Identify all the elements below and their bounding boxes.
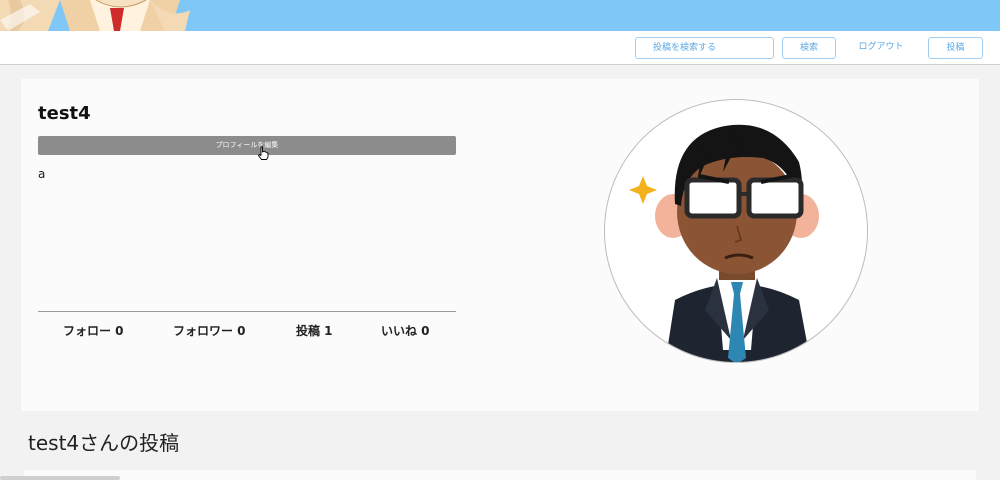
top-banner [0, 0, 1000, 31]
posts-section-title: test4さんの投稿 [28, 431, 180, 455]
horizontal-scrollbar[interactable] [0, 476, 120, 480]
profile-bio: a [38, 167, 46, 181]
posts-list [24, 470, 976, 480]
profile-card: test4 プロフィールを編集 a フォロー 0 フォロワー 0 投稿 1 いい… [21, 79, 979, 411]
posts-count[interactable]: 投稿 1 [296, 322, 333, 339]
followers-count[interactable]: フォロワー 0 [173, 322, 246, 339]
search-input[interactable] [635, 37, 774, 59]
businessman-avatar-icon [629, 124, 819, 362]
hand-pointer-icon [258, 146, 269, 160]
following-count[interactable]: フォロー 0 [63, 322, 124, 339]
post-button[interactable]: 投稿 [928, 37, 983, 59]
edit-profile-button[interactable]: プロフィールを編集 [38, 136, 456, 155]
stats-divider [38, 311, 456, 312]
logout-link[interactable]: ログアウト [856, 37, 906, 59]
avatar [604, 99, 868, 363]
profile-username: test4 [38, 103, 91, 124]
search-button[interactable]: 検索 [782, 37, 836, 59]
banner-illustration [0, 0, 200, 31]
navbar: 検索 ログアウト 投稿 [0, 31, 1000, 65]
likes-count[interactable]: いいね 0 [381, 322, 430, 339]
